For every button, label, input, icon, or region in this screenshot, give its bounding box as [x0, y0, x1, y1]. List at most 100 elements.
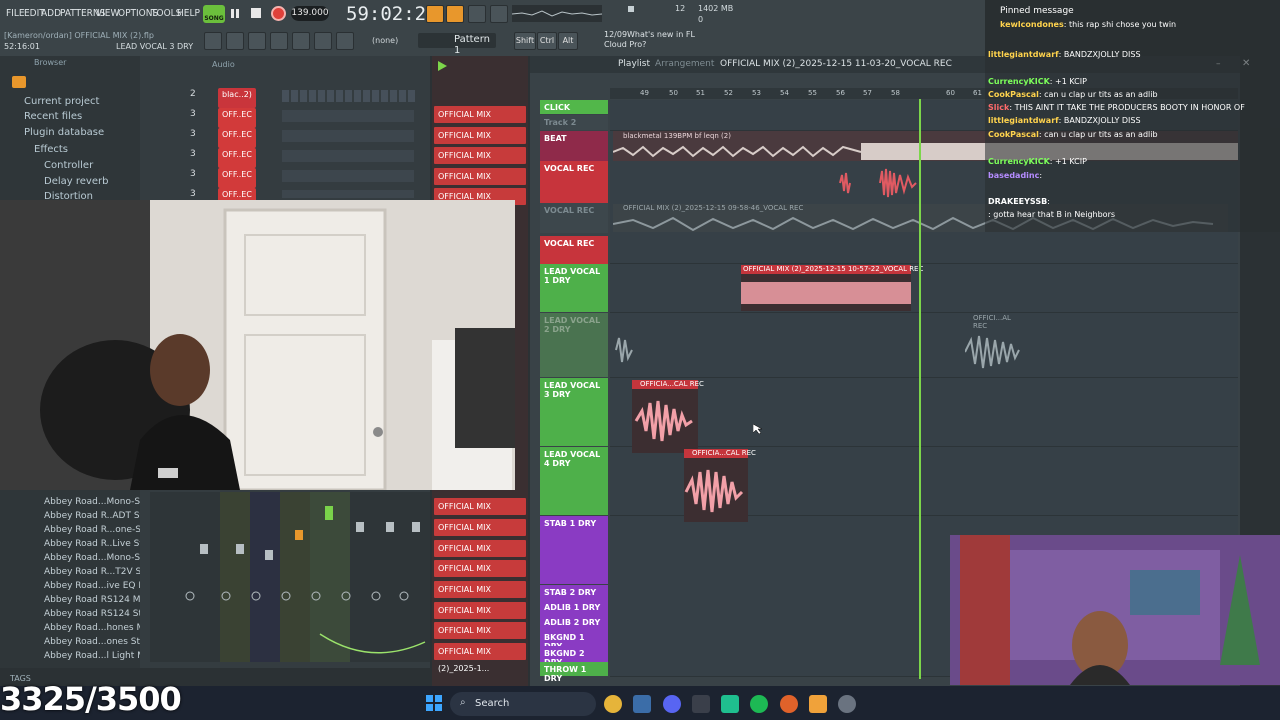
- fl-studio-icon[interactable]: [809, 695, 827, 713]
- chat-message: this rap shi chose you twin: [1068, 20, 1177, 29]
- browser-mode-icon[interactable]: [12, 76, 26, 88]
- snap-selector[interactable]: (none): [372, 36, 398, 45]
- stop-icon[interactable]: [251, 8, 261, 18]
- lane[interactable]: [610, 313, 1238, 378]
- pattern-list-item[interactable]: OFFICIAL MIX (2)_2025-1...: [434, 560, 526, 590]
- menu-add[interactable]: ADD: [41, 8, 61, 20]
- track-header-lead-vocal-3[interactable]: LEAD VOCAL 3 DRY: [540, 378, 608, 446]
- browser-item-plugin-database[interactable]: Plugin database: [24, 127, 104, 138]
- pause-icon[interactable]: [230, 8, 240, 19]
- step-sequencer-grid[interactable]: [282, 88, 422, 198]
- steam-icon[interactable]: [633, 695, 651, 713]
- track-header-beat[interactable]: BEAT: [540, 131, 608, 161]
- vocal-rec-waveform[interactable]: [820, 165, 920, 200]
- time-display[interactable]: 59:02:23: [346, 3, 438, 25]
- record-button[interactable]: [271, 6, 286, 21]
- pattern-list-item[interactable]: OFFICIAL MIX (2)_2025-1...: [434, 581, 526, 611]
- track-header-adlib-2[interactable]: ADLIB 2 DRY: [540, 615, 608, 630]
- cpu-meter: [628, 6, 634, 12]
- settings-icon[interactable]: [838, 695, 856, 713]
- view-mixer-icon[interactable]: [270, 32, 288, 50]
- track-header-bkgnd-2[interactable]: BKGND 2 DRY: [540, 646, 608, 667]
- playlist-mode[interactable]: Arrangement: [655, 59, 714, 69]
- lane[interactable]: [610, 378, 1238, 447]
- arrow-right-icon[interactable]: [314, 32, 332, 50]
- view-channel-rack-icon[interactable]: [248, 32, 266, 50]
- shift-key-button[interactable]: Shift: [514, 32, 536, 50]
- project-path: [Kameron/ordan] OFFICIAL MIX (2).flp: [4, 31, 154, 40]
- lead-vocal-1-clip-label: OFFICIAL MIX (2)_2025-12-15 10-57-22_VOC…: [743, 265, 924, 273]
- tempo-display[interactable]: 139.000: [291, 6, 329, 21]
- view-piano-roll-icon[interactable]: [226, 32, 244, 50]
- track-header-vocal-rec-ghost[interactable]: VOCAL REC: [540, 203, 608, 233]
- discord-icon[interactable]: [663, 695, 681, 713]
- playhead[interactable]: [919, 99, 921, 679]
- track-header-throw-1[interactable]: THROW 1 DRY: [540, 662, 608, 683]
- channel-button[interactable]: OFF..EC: [218, 108, 256, 128]
- track-header-lead-vocal-1[interactable]: LEAD VOCAL 1 DRY: [540, 264, 608, 312]
- mixer-panel: [150, 492, 430, 662]
- ctrl-key-button[interactable]: Ctrl: [537, 32, 557, 50]
- track-header-stab-2[interactable]: STAB 2 DRY: [540, 585, 608, 600]
- play-icon[interactable]: [436, 60, 448, 72]
- pattern-list-item[interactable]: OFFICIAL MIX (2)_2025-1...: [434, 498, 526, 528]
- step-edit-button[interactable]: [490, 5, 508, 23]
- channel-button-blackmetal[interactable]: blac..2): [218, 88, 256, 108]
- menu-view[interactable]: VIEW: [96, 8, 119, 20]
- channel-button[interactable]: OFF..EC: [218, 148, 256, 168]
- track-header-vocal-rec[interactable]: VOCAL REC: [540, 161, 608, 203]
- wait-input-button[interactable]: [446, 5, 464, 23]
- track-header-2[interactable]: Track 2: [540, 115, 608, 130]
- song-mode-toggle[interactable]: SONG: [203, 5, 225, 23]
- menu-help[interactable]: HELP: [177, 8, 200, 20]
- view-playlist-icon[interactable]: [204, 32, 222, 50]
- app-icon[interactable]: [692, 695, 710, 713]
- track-header-adlib-1[interactable]: ADLIB 1 DRY: [540, 600, 608, 615]
- track-header-stab-1[interactable]: STAB 1 DRY: [540, 516, 608, 584]
- chat-user: basedadinc: [988, 171, 1040, 180]
- alt-key-button[interactable]: Alt: [558, 32, 578, 50]
- browser-item-recent-files[interactable]: Recent files: [24, 111, 82, 122]
- pattern-list-item[interactable]: OFFICIAL MIX (2)_2025-1...: [434, 106, 526, 136]
- browser-item-current-project[interactable]: Current project: [24, 96, 99, 107]
- view-browser-icon[interactable]: [292, 32, 310, 50]
- taskbar-search[interactable]: ⌕ Search: [450, 692, 596, 716]
- loop-record-button[interactable]: [468, 5, 486, 23]
- lead-vocal-3-clip[interactable]: OFFICIA...CAL REC: [632, 380, 704, 453]
- microphone-icon[interactable]: [336, 32, 354, 50]
- channel-button[interactable]: OFF..EC: [218, 168, 256, 188]
- track-header-bkgnd-1[interactable]: BKGND 1 DRY: [540, 630, 608, 651]
- webcam-streamer: [0, 200, 515, 490]
- windows-start-icon[interactable]: [426, 695, 442, 711]
- pattern-list-item[interactable]: OFFICIAL MIX (2)_2025-1...: [434, 602, 526, 632]
- track-header-click[interactable]: CLICK: [540, 100, 608, 114]
- menu-file[interactable]: FILE: [6, 8, 25, 20]
- browser-item-delay-reverb[interactable]: Delay reverb: [44, 176, 108, 187]
- chat-line: basedadinc:: [988, 171, 1043, 180]
- pattern-list-item[interactable]: OFFICIAL MIX (2)_2025-1...: [434, 540, 526, 570]
- lead-vocal-4-clip[interactable]: OFFICIA...CAL REC: [684, 449, 756, 522]
- pattern-list-item[interactable]: OFFICIAL MIX (2)_2025-1...: [434, 127, 526, 157]
- app-icon[interactable]: [721, 695, 739, 713]
- chrome-icon[interactable]: [604, 695, 622, 713]
- track-header-vocal-rec-2[interactable]: VOCAL REC: [540, 236, 608, 264]
- news-title[interactable]: What's new in FL: [627, 30, 695, 39]
- browser-item-effects[interactable]: Effects: [34, 144, 68, 155]
- lead-vocal-1-clip[interactable]: OFFICIAL MIX (2)_2025-12-15 10-57-22_VOC…: [741, 265, 923, 311]
- pattern-list-item[interactable]: OFFICIAL MIX (2)_2025-1...: [434, 643, 526, 673]
- channel-button[interactable]: OFF..EC: [218, 128, 256, 148]
- spotify-icon[interactable]: [750, 695, 768, 713]
- lane[interactable]: [610, 264, 1238, 313]
- pattern-list-item[interactable]: OFFICIAL MIX (2)_2025-1...: [434, 147, 526, 177]
- pattern-list-item[interactable]: OFFICIAL MIX (2)_2025-1...: [434, 519, 526, 549]
- pattern-list-item[interactable]: OFFICIAL MIX (2)_2025-1...: [434, 168, 526, 198]
- pattern-list-item[interactable]: OFFICIAL MIX (2)_2025-1...: [434, 622, 526, 652]
- track-header-lead-vocal-4[interactable]: LEAD VOCAL 4 DRY: [540, 447, 608, 515]
- browser-item-controller[interactable]: Controller: [44, 160, 93, 171]
- firefox-icon[interactable]: [780, 695, 798, 713]
- lead-vocal-2-clip[interactable]: OFFICI...AL REC: [965, 314, 1025, 374]
- news-subtitle[interactable]: Cloud Pro?: [604, 40, 646, 49]
- track-header-lead-vocal-2[interactable]: LEAD VOCAL 2 DRY: [540, 313, 608, 377]
- pattern-selector[interactable]: Pattern 1: [418, 33, 496, 56]
- metronome-button[interactable]: [426, 5, 444, 23]
